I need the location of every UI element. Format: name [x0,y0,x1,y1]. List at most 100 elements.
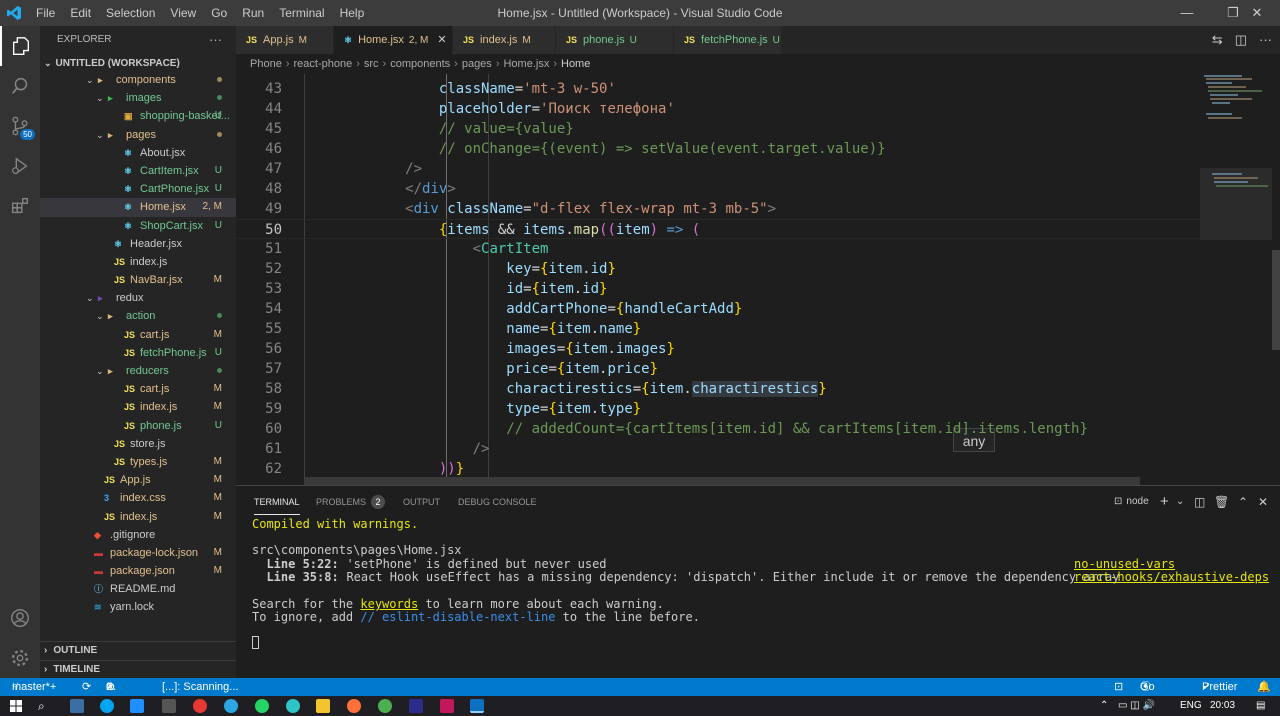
code-line[interactable]: 55 name={item.name} [236,319,1200,339]
tree-item[interactable]: ⚛ Home.jsx 2, M [40,198,236,217]
chrome-icon[interactable] [378,699,392,713]
breadcrumb-item[interactable]: react-phone [293,58,352,70]
new-terminal-icon[interactable]: + [1160,486,1169,518]
tree-item[interactable]: JS index.js M [40,398,236,416]
whatsapp-icon[interactable] [255,699,269,713]
code-line[interactable]: 49 <div className="d-flex flex-wrap mt-3… [236,199,1200,219]
source-control-icon[interactable]: 50 [0,106,40,146]
firefox-icon[interactable] [347,699,361,713]
code-line[interactable]: 48 </div> [236,179,1200,199]
menu-view[interactable]: View [170,6,196,20]
tree-item[interactable]: JS store.js [40,435,236,453]
code-line[interactable]: 61 /> [236,439,1200,459]
tree-item[interactable]: ⌄ ▸ action [40,307,236,325]
account-icon[interactable] [0,598,40,638]
breadcrumb-item[interactable]: pages [462,58,492,70]
notifications-bell-icon[interactable]: 🔔 [1257,678,1271,696]
search-icon[interactable] [0,66,40,106]
close-window-button[interactable]: ✕ [1234,0,1280,26]
tree-item[interactable]: JS App.js M [40,471,236,489]
media-player-icon[interactable] [130,699,144,713]
minimize-button[interactable]: — [1164,0,1210,26]
tree-item[interactable]: ⓘ README.md [40,580,236,598]
tray-icons[interactable]: ▭ ◫ 🔊 [1118,696,1155,716]
tree-item[interactable]: ▣ shopping-basket... U [40,107,236,125]
record-icon[interactable] [193,699,207,713]
more-icon[interactable]: ··· [1259,32,1272,47]
code-line[interactable]: 62 ))} [236,459,1200,479]
tree-item[interactable]: JS phone.js U [40,417,236,435]
tab-app-js[interactable]: JS App.js M [236,26,334,54]
timeline-section[interactable]: › TIMELINE [40,660,236,678]
breadcrumb-item[interactable]: components [390,58,450,70]
code-line[interactable]: 43 className='mt-3 w-50' [236,79,1200,99]
tree-item[interactable]: ⌄ ▸ components [40,71,236,89]
code-line[interactable]: 47 /> [236,159,1200,179]
terminal-shell-selector[interactable]: ⊡ node [1114,486,1149,518]
telegram-icon[interactable] [224,699,238,713]
menu-terminal[interactable]: Terminal [279,6,324,20]
feedback-icon[interactable]: ⊡ [1114,678,1123,696]
split-terminal-icon[interactable]: ◫ [1194,486,1205,518]
tree-item[interactable]: ⚛ Header.jsx [40,235,236,253]
run-debug-icon[interactable] [0,146,40,186]
breadcrumb-item[interactable]: Home.jsx [503,58,549,70]
minimap[interactable] [1200,74,1280,485]
tree-item[interactable]: JS NavBar.jsx M [40,271,236,289]
menu-file[interactable]: File [36,6,55,20]
code-line[interactable]: 53 id={item.id} [236,279,1200,299]
manage-gear-icon[interactable] [0,638,40,678]
tree-item[interactable]: JS cart.js M [40,326,236,344]
code-line[interactable]: 56 images={item.images} [236,339,1200,359]
code-line[interactable]: 45 // value={value} [236,119,1200,139]
code-line[interactable]: 60 // addedCount={cartItems[item.id] && … [236,419,1200,439]
scanning-status[interactable]: [...]: Scanning... [162,678,238,696]
windows-start-icon[interactable] [10,700,22,712]
tree-item[interactable]: JS index.js [40,253,236,271]
tree-item[interactable]: ⌄ ▸ pages [40,126,236,144]
code-line[interactable]: 57 price={item.price} [236,359,1200,379]
code-line[interactable]: 52 key={item.id} [236,259,1200,279]
tab-phone-js[interactable]: JS phone.js U [556,26,674,54]
code-line[interactable]: 59 type={item.type} [236,399,1200,419]
tree-item[interactable]: ⚛ ShopCart.jsx U [40,217,236,235]
code-editor[interactable]: any 43 className='mt-3 w-50' 44 placehold… [236,74,1200,485]
tab-output[interactable]: OUTPUT [403,486,440,518]
app-icon[interactable] [286,699,300,713]
tab-index-js[interactable]: JS index.js M [453,26,556,54]
outline-section[interactable]: › OUTLINE [40,641,236,659]
tree-item[interactable]: JS types.js M [40,453,236,471]
menu-edit[interactable]: Edit [70,6,91,20]
close-panel-icon[interactable]: ✕ [1258,486,1268,518]
code-line[interactable]: 50 {items && items.map((item) => ( [236,219,1200,239]
code-line[interactable]: 46 // onChange={(event) => setValue(even… [236,139,1200,159]
tree-item[interactable]: ⌄ ▸ reducers [40,362,236,380]
breadcrumb-item[interactable]: src [364,58,379,70]
code-line[interactable]: 44 placeholder='Поиск телефона' [236,99,1200,119]
skype-icon[interactable] [100,699,114,713]
tree-item[interactable]: 3 index.css M [40,489,236,507]
tab-debug-console[interactable]: DEBUG CONSOLE [458,486,537,518]
tree-item[interactable]: ◆ .gitignore [40,526,236,544]
photoshop-icon[interactable] [409,699,423,713]
tree-item[interactable]: JS fetchPhone.js U [40,344,236,362]
tab-fetchphone-js[interactable]: JS fetchPhone.js U [674,26,782,54]
vscode-taskbar-icon[interactable] [470,699,484,713]
tree-item[interactable]: ▬ package-lock.json M [40,544,236,562]
menu-run[interactable]: Run [242,6,264,20]
tab-terminal[interactable]: TERMINAL [254,486,300,518]
clock[interactable]: 20:03 [1210,696,1235,716]
tree-item[interactable]: JS cart.js M [40,380,236,398]
sync-icon[interactable]: ⟳ [82,678,91,696]
split-editor-icon[interactable]: ◫ [1235,32,1247,47]
app-icon[interactable] [162,699,176,713]
tab-problems[interactable]: PROBLEMS 2 [316,486,386,518]
task-view-icon[interactable] [70,699,84,713]
rule-link-2[interactable]: react-hooks/exhaustive-deps [1074,570,1269,584]
maximize-panel-icon[interactable]: ⌃ [1238,486,1248,518]
tree-item[interactable]: ⚛ CartItem.jsx U [40,162,236,180]
tree-item[interactable]: ▬ package.json M [40,562,236,580]
taskbar-search-icon[interactable]: ⌕ [38,696,45,716]
rule-link-1[interactable]: no-unused-vars [1074,557,1175,571]
menu-go[interactable]: Go [211,6,227,20]
